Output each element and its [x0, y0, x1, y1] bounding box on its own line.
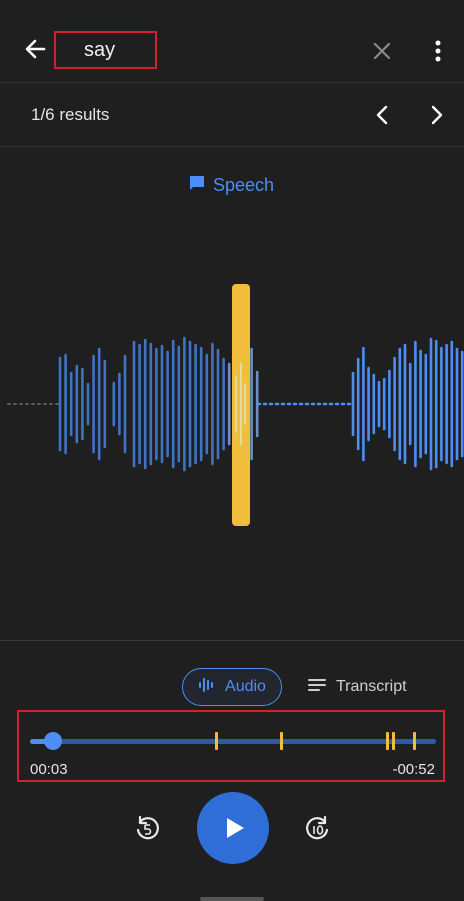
tab-audio[interactable]: Audio — [182, 668, 282, 706]
tab-audio-label: Audio — [225, 678, 266, 695]
seek-bar[interactable] — [30, 739, 436, 744]
search-result-marker[interactable] — [392, 732, 395, 750]
play-icon — [224, 817, 246, 844]
seek-thumb[interactable] — [44, 732, 62, 750]
more-vert-icon[interactable] — [430, 38, 446, 64]
elapsed-time: 00:03 — [30, 761, 68, 778]
scrubber-highlight-box — [17, 710, 445, 782]
search-result-marker[interactable] — [215, 732, 218, 750]
chevron-right-icon[interactable] — [425, 103, 447, 127]
forward-10-icon[interactable] — [303, 813, 333, 843]
tab-transcript[interactable]: Transcript — [300, 668, 426, 706]
search-result-marker[interactable] — [386, 732, 389, 750]
search-result-marker[interactable] — [280, 732, 283, 750]
results-navigation: 1/6 results — [0, 83, 464, 147]
close-icon[interactable] — [371, 40, 393, 62]
divider — [0, 640, 464, 641]
speech-category-label: Speech — [189, 173, 274, 197]
speech-label: Speech — [213, 174, 275, 195]
audio-waveform[interactable] — [0, 270, 464, 540]
play-button[interactable] — [197, 792, 269, 864]
search-toolbar: say — [0, 0, 464, 83]
waveform-icon — [198, 676, 216, 699]
remaining-time: -00:52 — [392, 761, 435, 778]
arrow-back-icon[interactable] — [22, 36, 48, 62]
tab-transcript-label: Transcript — [336, 678, 407, 695]
search-input[interactable]: say — [54, 31, 157, 69]
search-result-marker[interactable] — [413, 732, 416, 750]
home-indicator — [200, 897, 264, 901]
replay-5-icon[interactable] — [132, 813, 162, 843]
results-count: 1/6 results — [31, 105, 110, 124]
notes-icon — [308, 678, 326, 697]
chat-bubble-icon — [189, 175, 205, 196]
chevron-left-icon[interactable] — [372, 103, 394, 127]
